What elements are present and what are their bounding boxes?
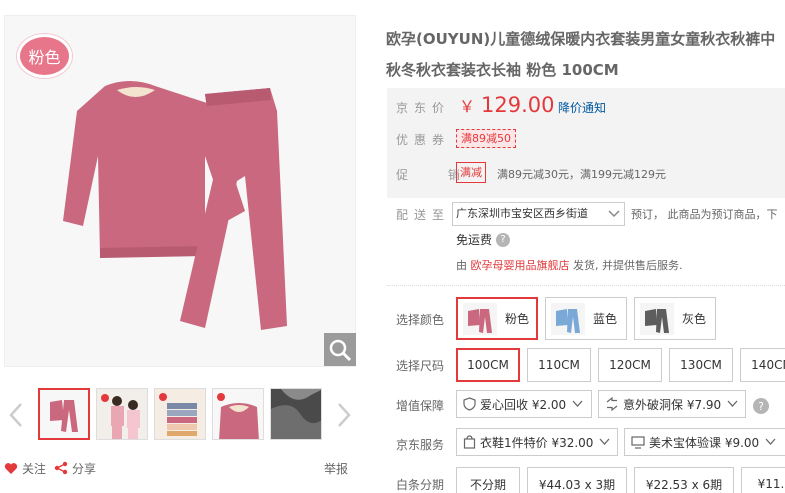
presale-notice: 预订， 此商品为预订商品，下 — [631, 208, 778, 221]
installment-label: 白条分期 — [396, 478, 445, 492]
color-option-gray[interactable]: 灰色 — [634, 297, 716, 340]
report-link[interactable]: 举报 — [324, 460, 348, 477]
color-option-pink[interactable]: 粉色 — [456, 297, 538, 340]
thumbnail-2[interactable] — [96, 388, 148, 440]
color-option-gray-label: 灰色 — [682, 312, 707, 326]
swatch-blue — [551, 302, 585, 335]
help-icon[interactable]: ? — [753, 398, 769, 414]
thumb-image-fabric — [271, 389, 321, 439]
share-label: 分享 — [72, 461, 97, 476]
value-added-hole-guarantee[interactable]: 意外破洞保 ¥7.90 — [598, 390, 746, 418]
address-selector[interactable]: 广东深圳市宝安区西乡街道 — [452, 202, 625, 226]
coupon-label: 优惠券 — [396, 133, 451, 147]
chevron-left-icon — [9, 403, 22, 427]
thumbnail-strip — [0, 386, 360, 442]
color-row-label: 选择颜色 — [396, 313, 445, 327]
follow-link[interactable]: 关注 — [4, 460, 46, 477]
service-clothing-deal-label: 衣鞋1件特价 ¥32.00 — [480, 435, 594, 450]
free-shipping-label: 免运费 — [456, 233, 493, 247]
size-row-label: 选择尺码 — [396, 359, 445, 373]
value-added-hole-label: 意外破洞保 ¥7.90 — [623, 397, 722, 412]
board-icon — [631, 435, 645, 449]
coupon-tag[interactable]: 满89减50 — [456, 129, 516, 148]
color-badge: 粉色 — [17, 34, 72, 78]
thumbnail-4[interactable] — [212, 388, 264, 440]
product-title: 欧孕(OUYUN)儿童德绒保暖内衣套装男童女童秋衣秋裤中 秋冬秋衣套装衣长袖 粉… — [386, 24, 785, 86]
color-option-blue[interactable]: 蓝色 — [545, 297, 627, 340]
installment-none[interactable]: 不分期 — [456, 467, 520, 493]
share-icon — [54, 461, 68, 475]
thumb-prev-button[interactable] — [4, 400, 28, 430]
shield-icon — [463, 397, 476, 411]
service-clothing-deal[interactable]: 衣鞋1件特价 ¥32.00 — [456, 428, 618, 456]
address-text: 广东深圳市宝安区西乡街道 — [456, 207, 588, 220]
price-label: 京东价 — [396, 101, 451, 115]
thumbnail-1[interactable] — [38, 388, 90, 440]
installment-6[interactable]: ¥22.53 x 6期 — [634, 467, 734, 493]
bottom-links: 关注 分享 举报 — [4, 458, 356, 478]
currency-symbol: ￥ — [459, 97, 476, 116]
size-option-120[interactable]: 120CM — [598, 348, 662, 382]
chevron-down-icon — [727, 400, 738, 408]
size-option-140[interactable]: 140CM — [740, 348, 785, 382]
color-option-pink-label: 粉色 — [505, 312, 530, 326]
swatch-pink — [463, 302, 497, 335]
shop-link[interactable]: 欧孕母婴用品旗舰店 — [471, 259, 570, 272]
value-added-label: 增值保障 — [396, 399, 445, 413]
jd-service-label: 京东服务 — [396, 438, 445, 452]
thumbnail-3[interactable] — [154, 388, 206, 440]
thumb-image-pink — [40, 390, 88, 438]
free-shipping: 免运费 ? — [456, 231, 511, 248]
divider — [387, 285, 785, 286]
size-option-110[interactable]: 110CM — [527, 348, 591, 382]
price-drop-notify-link[interactable]: 降价通知 — [558, 99, 606, 116]
thumb-image-children — [97, 389, 147, 439]
shipping-label: 配送至 — [396, 208, 451, 222]
swatch-gray — [640, 302, 674, 335]
promo-text: 满89元减30元，满199元减129元 — [497, 168, 666, 181]
chevron-down-icon — [599, 438, 610, 446]
share-link[interactable]: 分享 — [54, 460, 96, 477]
chevron-right-icon — [338, 403, 351, 427]
follow-label: 关注 — [22, 461, 47, 476]
zoom-button[interactable] — [324, 333, 356, 366]
ship-from: 由 欧孕母婴用品旗舰店 发货, 并提供售后服务. — [456, 257, 683, 273]
help-icon[interactable]: ? — [496, 232, 511, 247]
service-art-class[interactable]: 美术宝体验课 ¥9.00 — [624, 428, 785, 456]
thumb-next-button[interactable] — [332, 400, 356, 430]
thumb-image-stack — [155, 389, 205, 439]
promo-tag: 满减 — [456, 162, 486, 183]
chevron-down-icon — [608, 210, 620, 218]
heart-icon — [4, 462, 18, 474]
value-added-recycle-label: 爱心回收 ¥2.00 — [480, 397, 567, 412]
bag-icon — [463, 435, 476, 449]
price-value: ￥ 129.00 — [459, 93, 555, 117]
thumbnail-5[interactable] — [270, 388, 322, 440]
price-amount: 129.00 — [481, 93, 555, 117]
ship-from-prefix: 由 — [456, 259, 467, 272]
chevron-down-icon — [765, 438, 776, 446]
value-added-recycle[interactable]: 爱心回收 ¥2.00 — [456, 390, 592, 418]
product-title-line1: 欧孕(OUYUN)儿童德绒保暖内衣套装男童女童秋衣秋裤中 — [386, 30, 776, 48]
color-option-blue-label: 蓝色 — [593, 312, 618, 326]
thumb-image-collar — [213, 389, 263, 439]
ship-from-suffix: 发货, 并提供售后服务. — [573, 259, 683, 272]
exchange-icon — [605, 397, 619, 411]
installment-12[interactable]: ¥11. — [741, 467, 785, 493]
service-art-class-label: 美术宝体验课 ¥9.00 — [649, 435, 760, 450]
price-box: 京东价 ￥ 129.00 降价通知 优惠券 满89减50 促 销 满减 满89元减… — [387, 88, 785, 198]
magnifier-icon — [329, 339, 352, 361]
size-option-130[interactable]: 130CM — [669, 348, 733, 382]
size-option-100[interactable]: 100CM — [456, 348, 520, 382]
product-title-line2: 秋冬秋衣套装衣长袖 粉色 100CM — [386, 61, 619, 79]
chevron-down-icon — [572, 400, 583, 408]
installment-3[interactable]: ¥44.03 x 3期 — [527, 467, 627, 493]
